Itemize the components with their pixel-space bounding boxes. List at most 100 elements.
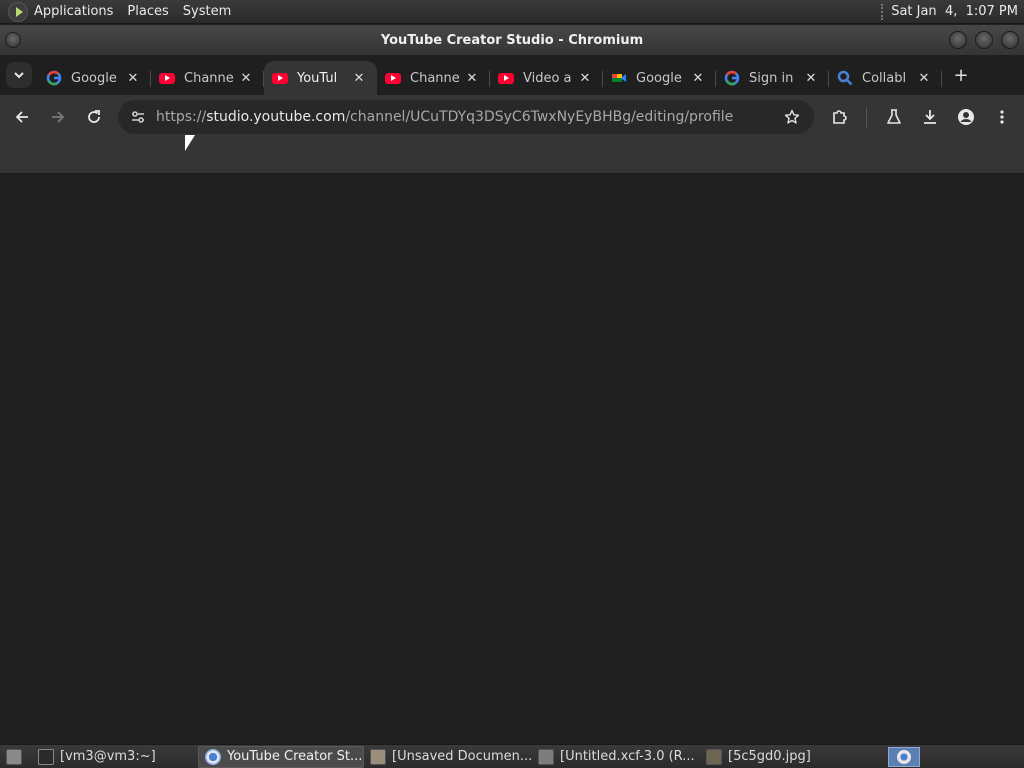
tab-title: Google [71, 70, 117, 86]
chromium-icon [205, 748, 221, 765]
tab-title: Channe [410, 70, 460, 86]
url-host: studio.youtube.com [206, 109, 346, 125]
page-content[interactable] [0, 174, 1024, 744]
bottom-panel: [vm3@vm3:~] YouTube Creator St... [Unsav… [0, 744, 1024, 768]
tab-collab[interactable]: Collabl ✕ [829, 61, 942, 95]
close-window-button[interactable] [1001, 31, 1019, 49]
clock[interactable]: Sat Jan 4, 1:07 PM [891, 4, 1018, 19]
toolbar-separator [866, 107, 867, 127]
tab-google-meet[interactable]: Google ✕ [603, 61, 716, 95]
google-icon [46, 70, 62, 86]
account-icon [958, 109, 974, 125]
tab-close-icon[interactable]: ✕ [464, 70, 480, 86]
more-vertical-icon [1000, 110, 1004, 124]
puzzle-icon [833, 110, 847, 124]
arrow-right-icon [52, 111, 65, 123]
plus-icon: + [953, 64, 969, 86]
tab-close-icon[interactable]: ✕ [577, 70, 593, 86]
arrow-left-icon [15, 111, 28, 123]
youtube-icon [385, 70, 401, 86]
tab-close-icon[interactable]: ✕ [125, 70, 141, 86]
labs-button[interactable] [876, 99, 912, 135]
downloads-button[interactable] [912, 99, 948, 135]
tune-icon [132, 111, 144, 123]
bookmarks-bar [0, 139, 1024, 174]
places-menu-label: Places [127, 4, 169, 19]
image-viewer-icon [706, 748, 722, 765]
chevron-down-icon [14, 72, 24, 79]
youtube-icon [159, 70, 175, 86]
chrome-menu-button[interactable] [984, 99, 1020, 135]
tab-strip: Google ✕ Channe ✕ YouTul ✕ Channe ✕ Vide… [0, 55, 1024, 95]
taskbar-label: [Untitled.xcf-3.0 (R... [560, 749, 695, 764]
chromium-icon [897, 749, 911, 764]
maximize-button[interactable] [975, 31, 993, 49]
search-icon [837, 70, 853, 86]
taskbar-item-gimp[interactable]: [Untitled.xcf-3.0 (R... [532, 746, 700, 768]
system-menu[interactable]: System [183, 4, 231, 19]
tab-title: YouTul [297, 70, 338, 86]
tab-title: Sign in [749, 70, 794, 86]
reload-button[interactable] [76, 99, 112, 135]
gnome-logo-icon [8, 1, 28, 22]
minimize-button[interactable] [949, 31, 967, 49]
profile-button[interactable] [948, 99, 984, 135]
window-titlebar[interactable]: YouTube Creator Studio - Chromium [0, 25, 1024, 55]
forward-button[interactable] [40, 99, 76, 135]
tab-title: Collabl [862, 70, 907, 86]
taskbar-label: YouTube Creator St... [227, 749, 363, 764]
show-desktop-button[interactable] [0, 746, 32, 768]
youtube-icon [272, 70, 288, 86]
tab-close-icon[interactable]: ✕ [238, 70, 254, 86]
applications-menu[interactable]: Applications [8, 1, 114, 22]
window-menu-button[interactable] [5, 32, 21, 48]
taskbar-label: [Unsaved Documen... [392, 749, 532, 764]
system-menu-label: System [182, 4, 232, 19]
taskbar-label: [5c5gd0.jpg] [728, 749, 811, 764]
tab-channel[interactable]: Channe ✕ [151, 61, 264, 95]
tab-close-icon[interactable]: ✕ [690, 70, 706, 86]
address-bar[interactable]: https://studio.youtube.com/channel/UCuTD… [118, 100, 814, 134]
tab-video[interactable]: Video a ✕ [490, 61, 603, 95]
tab-channel-2[interactable]: Channe ✕ [377, 61, 490, 95]
places-menu[interactable]: Places [127, 4, 168, 19]
url-path: /channel/UCuTDYq3DSyC6TwxNyEyBHBg/editin… [345, 109, 734, 125]
tab-sign-in[interactable]: Sign in ✕ [716, 61, 829, 95]
tab-title: Google [636, 70, 682, 86]
tab-separator [941, 71, 942, 87]
mouse-cursor-icon [185, 135, 195, 151]
tab-google[interactable]: Google ✕ [38, 61, 151, 95]
back-button[interactable] [4, 99, 40, 135]
taskbar-item-terminal[interactable]: [vm3@vm3:~] [32, 746, 198, 768]
terminal-icon [38, 748, 54, 765]
bookmark-star-button[interactable] [782, 107, 802, 127]
applications-menu-label: Applications [34, 4, 114, 19]
browser-toolbar: https://studio.youtube.com/channel/UCuTD… [0, 95, 1024, 139]
reload-icon [88, 110, 100, 123]
tab-youtube-studio[interactable]: YouTul ✕ [264, 61, 377, 95]
extensions-button[interactable] [822, 99, 858, 135]
taskbar-item-text-editor[interactable]: [Unsaved Documen... [364, 746, 532, 768]
google-icon [724, 70, 740, 86]
tab-close-icon[interactable]: ✕ [916, 70, 932, 86]
download-icon [924, 110, 936, 124]
tab-close-icon[interactable]: ✕ [803, 70, 819, 86]
flask-icon [887, 109, 901, 124]
taskbar-item-chromium[interactable]: YouTube Creator St... [198, 745, 364, 768]
tab-search-button[interactable] [6, 62, 32, 88]
youtube-icon [498, 70, 514, 86]
window-title: YouTube Creator Studio - Chromium [380, 32, 644, 48]
tab-title: Video a [523, 70, 572, 86]
new-tab-button[interactable]: + [946, 60, 976, 90]
tab-close-icon[interactable]: ✕ [351, 70, 367, 86]
url-scheme: https:// [156, 109, 207, 125]
taskbar-label: [vm3@vm3:~] [60, 749, 156, 764]
google-meet-icon [611, 70, 627, 86]
site-info-button[interactable] [120, 100, 156, 134]
desktop-icon [6, 748, 22, 765]
panel-handle[interactable] [881, 3, 884, 20]
workspace-switcher[interactable] [888, 746, 920, 767]
url-text: https://studio.youtube.com/channel/UCuTD… [156, 109, 733, 125]
tab-title: Channe [184, 70, 234, 86]
taskbar-item-image-viewer[interactable]: [5c5gd0.jpg] [700, 746, 880, 768]
